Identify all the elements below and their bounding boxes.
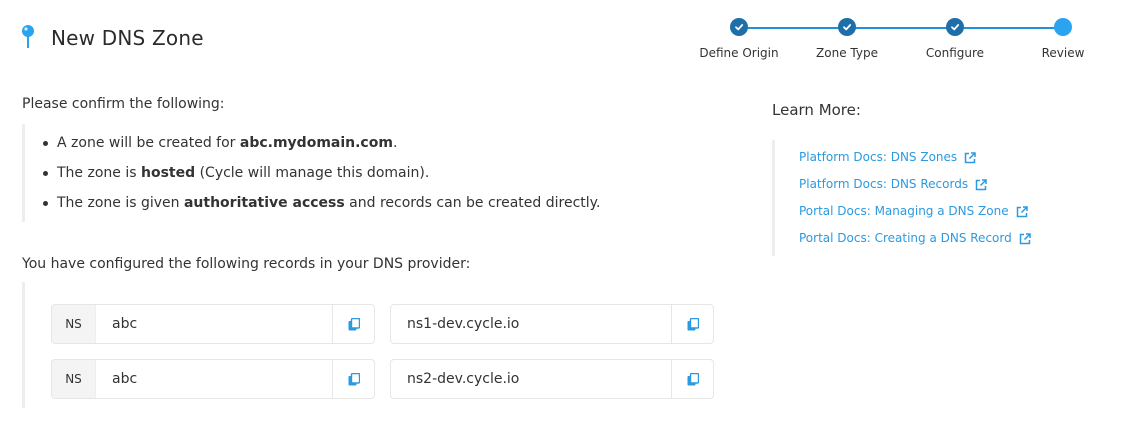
step-label: Define Origin: [699, 46, 779, 60]
page-header: New DNS Zone: [20, 24, 204, 52]
external-link-icon: [964, 151, 976, 163]
list-item: The zone is hosted (Cycle will manage th…: [43, 158, 662, 188]
link-portal-docs-creating-dns-record[interactable]: Portal Docs: Creating a DNS Record: [799, 225, 1031, 252]
item-text: .: [392, 135, 398, 151]
item-text: The zone is: [57, 165, 141, 181]
copy-icon: [348, 317, 360, 330]
item-text: A zone will be created for: [57, 135, 240, 151]
record-row: NS abc ns1-dev.cycle.io: [51, 304, 714, 344]
copy-icon: [348, 372, 360, 385]
item-bold-text: abc.mydomain.com: [239, 135, 393, 151]
link-platform-docs-dns-records[interactable]: Platform Docs: DNS Records: [799, 171, 1031, 198]
link-platform-docs-dns-zones[interactable]: Platform Docs: DNS Zones: [799, 144, 1031, 171]
records-list: NS abc ns1-dev.cycle.io NS abc ns2-dev.c…: [22, 282, 722, 408]
confirm-heading: Please confirm the following:: [22, 96, 225, 112]
step-configure[interactable]: Configure: [899, 18, 1011, 60]
check-icon: [946, 18, 964, 36]
item-text: (Cycle will manage this domain).: [195, 165, 430, 181]
current-step-indicator: [1054, 18, 1072, 36]
map-pin-icon: [20, 24, 36, 52]
link-label: Portal Docs: Creating a DNS Record: [799, 231, 1012, 245]
record-name-field: NS abc: [51, 359, 375, 399]
record-value: ns2-dev.cycle.io: [407, 371, 520, 387]
learn-more-heading: Learn More:: [772, 101, 861, 119]
step-label: Zone Type: [816, 46, 878, 60]
record-type: NS: [52, 360, 96, 398]
record-name: abc: [112, 371, 138, 387]
item-bold-text: hosted: [140, 165, 196, 181]
record-name-field: NS abc: [51, 304, 375, 344]
link-label: Portal Docs: Managing a DNS Zone: [799, 204, 1009, 218]
step-label: Configure: [925, 46, 985, 60]
record-value: ns1-dev.cycle.io: [407, 316, 520, 332]
record-row: NS abc ns2-dev.cycle.io: [51, 359, 714, 399]
record-type: NS: [52, 305, 96, 343]
list-item: A zone will be created for abc.mydomain.…: [43, 128, 662, 158]
learn-more-links: Platform Docs: DNS Zones Platform Docs: …: [772, 140, 1031, 256]
record-value-field: ns1-dev.cycle.io: [390, 304, 714, 344]
external-link-icon: [975, 178, 987, 190]
check-icon: [838, 18, 856, 36]
record-value-field: ns2-dev.cycle.io: [390, 359, 714, 399]
page-title: New DNS Zone: [51, 26, 204, 50]
record-name: abc: [112, 316, 138, 332]
item-bold-text: authoritative access: [183, 195, 345, 211]
link-portal-docs-managing-dns-zone[interactable]: Portal Docs: Managing a DNS Zone: [799, 198, 1031, 225]
check-icon: [730, 18, 748, 36]
copy-button[interactable]: [671, 360, 713, 398]
item-text: The zone is given: [57, 195, 184, 211]
link-label: Platform Docs: DNS Records: [799, 177, 969, 191]
copy-button[interactable]: [671, 305, 713, 343]
list-item: The zone is given authoritative access a…: [43, 188, 662, 218]
external-link-icon: [1019, 232, 1031, 244]
copy-button[interactable]: [332, 360, 374, 398]
copy-icon: [687, 317, 699, 330]
step-zone-type[interactable]: Zone Type: [791, 18, 903, 60]
step-label: Review: [1041, 46, 1085, 60]
wizard-stepper: Define Origin Zone Type Configure Review: [683, 18, 1103, 68]
confirm-list: A zone will be created for abc.mydomain.…: [22, 124, 662, 222]
link-label: Platform Docs: DNS Zones: [799, 150, 958, 164]
copy-button[interactable]: [332, 305, 374, 343]
records-heading: You have configured the following record…: [22, 256, 471, 272]
step-define-origin[interactable]: Define Origin: [683, 18, 795, 60]
item-text: and records can be created directly.: [344, 195, 601, 211]
external-link-icon: [1016, 205, 1028, 217]
copy-icon: [687, 372, 699, 385]
step-review[interactable]: Review: [1007, 18, 1119, 60]
